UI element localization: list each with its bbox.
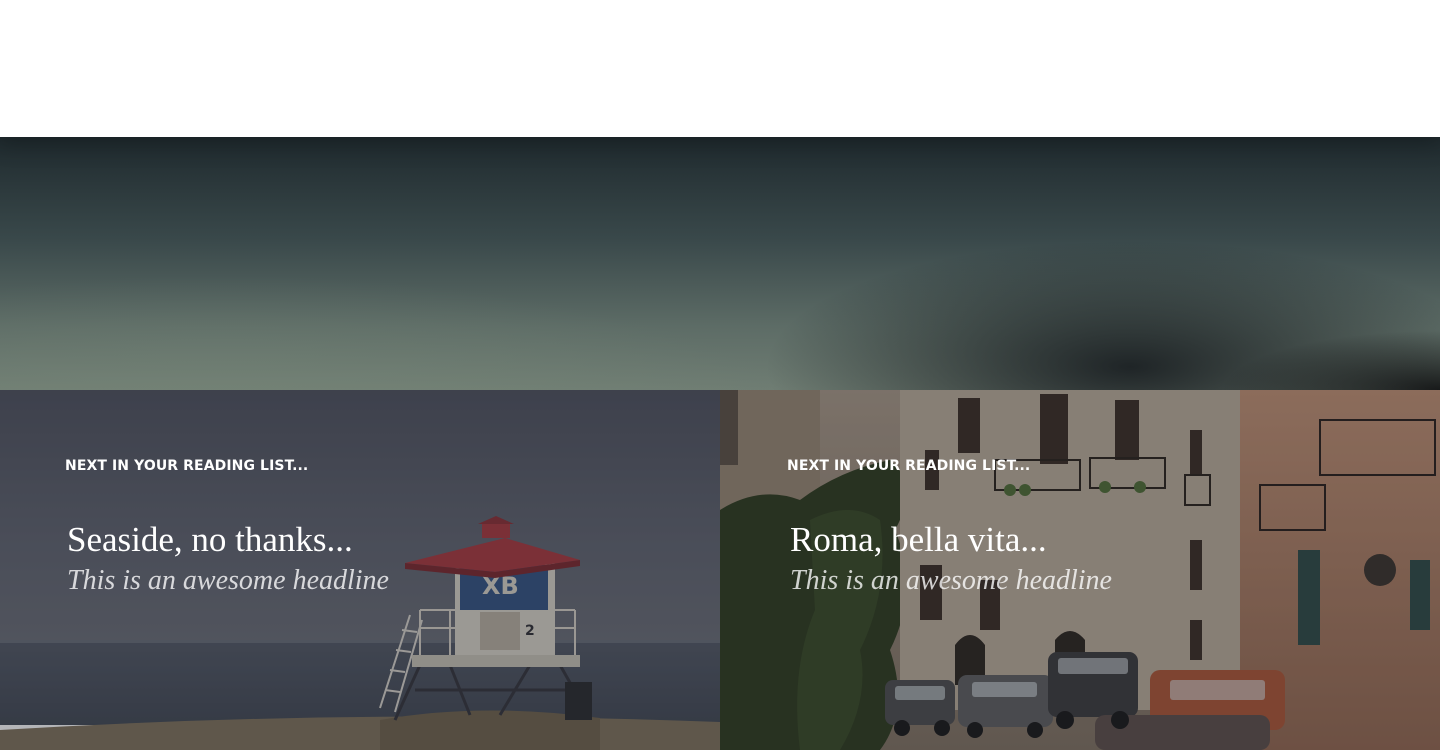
card-subtitle: This is an awesome headline [790, 565, 1112, 596]
card-title[interactable]: Seaside, no thanks... [67, 520, 353, 560]
card-title[interactable]: Roma, bella vita... [790, 520, 1047, 560]
hero-vignette [1220, 330, 1440, 390]
hero-banner-image [0, 137, 1440, 390]
top-header-bar [0, 0, 1440, 137]
reading-list-kicker: NEXT IN YOUR READING LIST... [787, 458, 1031, 474]
card-subtitle: This is an awesome headline [67, 565, 389, 596]
reading-list-kicker: NEXT IN YOUR READING LIST... [65, 458, 309, 474]
reading-list-card-seaside[interactable]: XB 2 NEXT IN YOUR READING LIST... Seasid… [0, 390, 720, 750]
reading-list-card-roma[interactable]: NEXT IN YOUR READING LIST... Roma, bella… [720, 390, 1440, 750]
